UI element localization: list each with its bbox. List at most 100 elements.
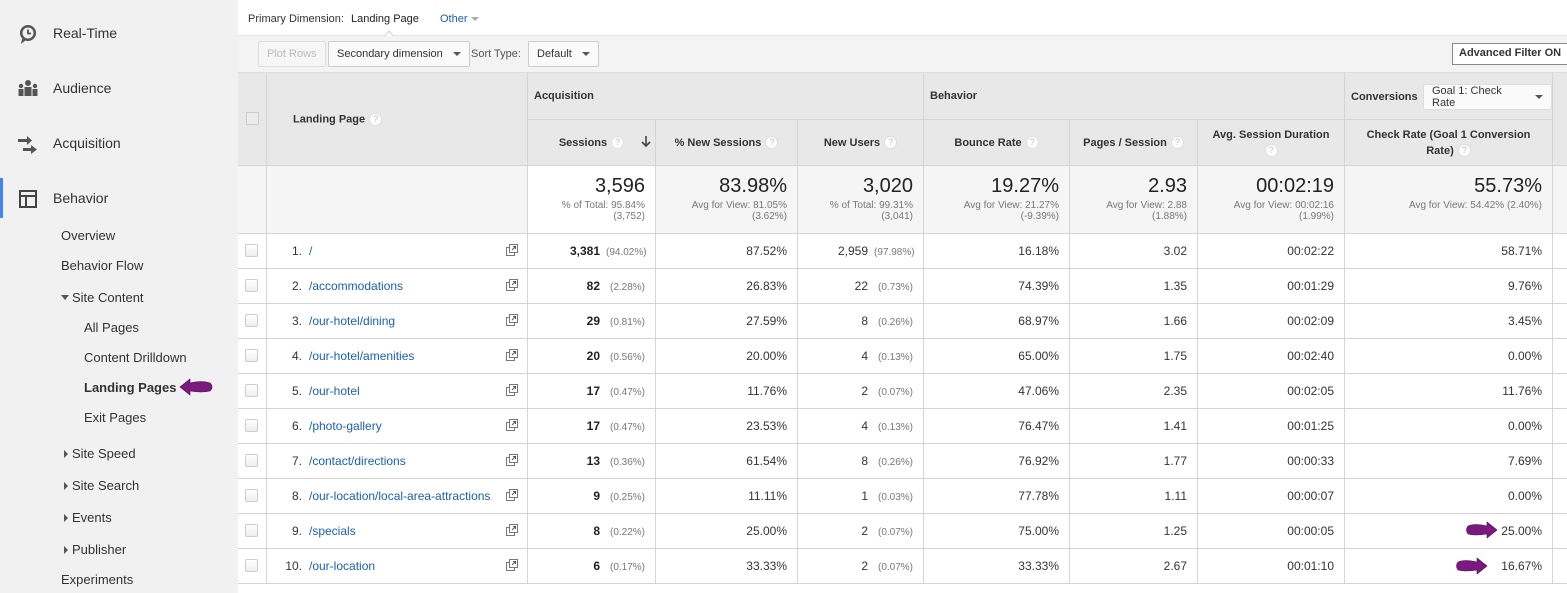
row-checkbox[interactable] [245, 524, 258, 537]
nav-behavior-flow[interactable]: Behavior Flow [61, 258, 143, 273]
nav-site-speed[interactable]: Site Speed [64, 446, 136, 461]
check-rate-header[interactable]: Check Rate (Goal 1 Conversion Rate)? [1345, 120, 1553, 166]
nav-all-pages[interactable]: All Pages [84, 320, 139, 335]
landing-page-link[interactable]: /our-location [309, 559, 375, 573]
open-external-icon[interactable] [506, 314, 518, 326]
help-icon[interactable]: ? [1264, 144, 1278, 158]
row-spacer [1553, 514, 1567, 549]
sort-type-dropdown[interactable]: Default [528, 41, 599, 67]
landing-page-link[interactable]: /our-hotel/amenities [309, 349, 414, 363]
dimension-header[interactable]: Landing Page? [267, 73, 528, 166]
primary-dimension-other[interactable]: Other [440, 13, 479, 25]
summary-pages-session: 2.93 Avg for View: 2.88 (1.88%) [1070, 166, 1198, 234]
nav-exit-pages[interactable]: Exit Pages [84, 410, 146, 425]
pages-session-label: Pages / Session [1083, 136, 1167, 149]
row-checkbox[interactable] [245, 314, 258, 327]
help-icon[interactable]: ? [369, 113, 383, 126]
landing-page-link[interactable]: /our-location/local-area-attractions [309, 489, 490, 503]
landing-page-link[interactable]: /contact/directions [309, 454, 406, 468]
nav-audience[interactable]: Audience [0, 68, 238, 108]
nav-site-search-label: Site Search [72, 478, 140, 493]
summary-line: (3,041) [881, 211, 913, 222]
help-icon[interactable]: ? [1457, 144, 1471, 158]
cell-value: 82 (2.28%) [587, 279, 645, 293]
landing-page-link[interactable]: /accommodations [309, 279, 403, 293]
avg-duration-header[interactable]: Avg. Session Duration ? [1198, 120, 1345, 166]
row-checkbox[interactable] [245, 419, 258, 432]
sessions-header[interactable]: Sessions? [528, 120, 656, 166]
nav-experiments[interactable]: Experiments [61, 572, 133, 587]
cell-value: 23.53% [746, 419, 787, 433]
summary-line: % of Total: 99.31% [829, 200, 913, 211]
landing-page-link[interactable]: /our-hotel [309, 384, 360, 398]
goal-select-dropdown[interactable]: Goal 1: Check Rate [1423, 84, 1552, 110]
nav-acquisition[interactable]: Acquisition [0, 123, 238, 163]
nav-content-drilldown[interactable]: Content Drilldown [84, 350, 187, 365]
row-spacer [1553, 339, 1567, 374]
new-users-percent: (0.03%) [877, 492, 913, 503]
help-icon[interactable]: ? [884, 136, 898, 150]
check-rate-value: 0.00% [1507, 419, 1542, 433]
plot-rows-button[interactable]: Plot Rows [258, 41, 326, 67]
row-checkbox[interactable] [245, 489, 258, 502]
open-external-icon[interactable] [506, 489, 518, 501]
open-external-icon[interactable] [506, 419, 518, 431]
row-checkbox[interactable] [245, 384, 258, 397]
row-number: 10. [285, 559, 302, 573]
secondary-dimension-dropdown[interactable]: Secondary dimension [328, 41, 470, 67]
nav-overview[interactable]: Overview [61, 228, 115, 243]
advanced-filter-button[interactable]: Advanced Filter ON [1452, 43, 1567, 65]
summary-check-rate-detail: Avg for View: 54.42% (2.40%) [1409, 200, 1542, 211]
nav-landing-pages[interactable]: Landing Pages [84, 380, 176, 395]
table-cell-new-sessions: 11.11% [656, 479, 798, 514]
help-icon[interactable]: ? [765, 136, 779, 150]
help-icon[interactable]: ? [1025, 136, 1039, 150]
nav-site-search[interactable]: Site Search [64, 478, 139, 493]
table-cell-sessions: 17 (0.47%) [528, 409, 656, 444]
help-icon[interactable]: ? [611, 136, 625, 150]
cell-value: 87.52% [746, 244, 787, 258]
nav-site-content[interactable]: Site Content [61, 290, 144, 305]
new-users-percent: (0.07%) [877, 562, 913, 573]
row-checkbox[interactable] [245, 454, 258, 467]
bounce-rate-value: 47.06% [1018, 384, 1059, 398]
table-cell-check-rate: 11.76% [1345, 374, 1553, 409]
select-all-checkbox[interactable] [246, 112, 259, 125]
table-cell-check-rate: 9.76% [1345, 269, 1553, 304]
row-checkbox[interactable] [245, 559, 258, 572]
pages-session-header[interactable]: Pages / Session? [1070, 120, 1198, 166]
table-cell-new-users: 2 (0.07%) [798, 514, 924, 549]
help-icon[interactable]: ? [1170, 136, 1184, 150]
landing-page-link[interactable]: /specials [309, 524, 356, 538]
bounce-rate-header[interactable]: Bounce Rate? [924, 120, 1070, 166]
summary-sessions: 3,596 % of Total: 95.84% (3,752) [528, 166, 656, 234]
cell-value: 26.83% [746, 279, 787, 293]
row-checkbox[interactable] [245, 349, 258, 362]
open-external-icon[interactable] [506, 349, 518, 361]
primary-dimension-landing-page[interactable]: Landing Page [351, 13, 419, 25]
row-checkbox[interactable] [245, 244, 258, 257]
open-external-icon[interactable] [506, 454, 518, 466]
open-external-icon[interactable] [506, 384, 518, 396]
nav-publisher[interactable]: Publisher [64, 542, 126, 557]
table-cell-new-users: 2,959 (97.98%) [798, 234, 924, 269]
open-external-icon[interactable] [506, 279, 518, 291]
cell-value: 25.00% [746, 524, 787, 538]
bounce-rate-value: 74.39% [1018, 279, 1059, 293]
landing-page-link[interactable]: /our-hotel/dining [309, 314, 395, 328]
acquisition-label: Acquisition [534, 90, 594, 102]
nav-events[interactable]: Events [64, 510, 112, 525]
nav-behavior[interactable]: Behavior [0, 178, 238, 218]
row-checkbox[interactable] [245, 279, 258, 292]
landing-page-link[interactable]: /photo-gallery [309, 419, 382, 433]
open-external-icon[interactable] [506, 524, 518, 536]
open-external-icon[interactable] [506, 559, 518, 571]
new-users-value: 2,959 [837, 244, 868, 258]
table-cell-new-sessions: 61.54% [656, 444, 798, 479]
new-users-header[interactable]: New Users? [798, 120, 924, 166]
row-number: 1. [291, 244, 302, 258]
nav-real-time[interactable]: Real-Time [0, 13, 238, 53]
new-sessions-header[interactable]: % New Sessions? [656, 120, 798, 166]
landing-page-link[interactable]: / [309, 244, 312, 258]
open-external-icon[interactable] [506, 244, 518, 256]
